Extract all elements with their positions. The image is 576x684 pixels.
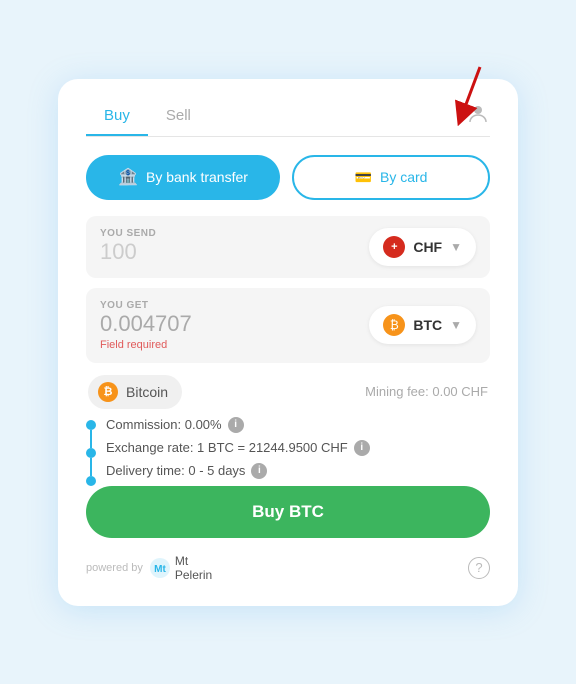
info-row-delivery: Delivery time: 0 - 5 days i [106, 463, 490, 479]
info-rows-wrapper: Commission: 0.00% i Exchange rate: 1 BTC… [86, 417, 490, 486]
exchange-text: Exchange rate: 1 BTC = 21244.9500 CHF [106, 440, 348, 455]
bank-icon: 🏦 [118, 167, 138, 187]
user-icon[interactable] [466, 106, 490, 131]
bitcoin-tag[interactable]: ₿ Bitcoin [88, 375, 182, 409]
tab-buy[interactable]: Buy [86, 99, 148, 136]
vline-2 [90, 458, 92, 476]
chf-flag: + [383, 236, 405, 258]
info-rows-content: Commission: 0.00% i Exchange rate: 1 BTC… [106, 417, 490, 486]
powered-by: powered by Mt MtPelerin [86, 554, 212, 582]
powered-by-text: powered by [86, 562, 143, 574]
main-card: Buy Sell 🏦 [58, 79, 518, 606]
get-currency-code: BTC [413, 317, 442, 333]
card-button[interactable]: 💳 By card [292, 155, 490, 200]
delivery-text: Delivery time: 0 - 5 days [106, 463, 245, 478]
exchange-info-icon[interactable]: i [354, 440, 370, 456]
bank-transfer-label: By bank transfer [146, 169, 248, 185]
card-label: By card [380, 169, 427, 185]
get-label: YOU GET [100, 300, 369, 311]
bitcoin-row: ₿ Bitcoin Mining fee: 0.00 CHF [86, 375, 490, 409]
mining-fee-text: Mining fee: 0.00 CHF [365, 384, 488, 399]
field-required-message: Field required [100, 339, 369, 351]
commission-text: Commission: 0.00% [106, 417, 222, 432]
vline-1 [90, 430, 92, 448]
you-send-section: YOU SEND 100 + CHF ▼ [86, 216, 490, 278]
info-row-exchange: Exchange rate: 1 BTC = 21244.9500 CHF i [106, 440, 490, 456]
header: Buy Sell [86, 99, 490, 136]
tabs: Buy Sell [86, 99, 209, 136]
send-label: YOU SEND [100, 228, 369, 239]
help-icon[interactable]: ? [468, 557, 490, 579]
footer: powered by Mt MtPelerin ? [86, 554, 490, 582]
header-divider [86, 136, 490, 137]
commission-info-icon[interactable]: i [228, 417, 244, 433]
dot-2 [86, 448, 96, 458]
brand-name: MtPelerin [175, 554, 212, 582]
send-input-group: YOU SEND 100 [100, 228, 369, 265]
get-value[interactable]: 0.004707 [100, 311, 369, 337]
payment-methods: 🏦 By bank transfer 💳 By card [86, 155, 490, 200]
svg-text:Mt: Mt [154, 564, 166, 575]
btc-flag: ₿ [383, 314, 405, 336]
get-currency-selector[interactable]: ₿ BTC ▼ [369, 306, 476, 344]
bitcoin-small-icon: ₿ [98, 382, 118, 402]
dot-3 [86, 476, 96, 486]
vertical-line-column [86, 417, 96, 486]
dot-1 [86, 420, 96, 430]
bank-transfer-button[interactable]: 🏦 By bank transfer [86, 155, 280, 200]
card-icon: 💳 [355, 169, 372, 186]
bitcoin-name: Bitcoin [126, 384, 168, 400]
info-row-commission: Commission: 0.00% i [106, 417, 490, 433]
send-currency-selector[interactable]: + CHF ▼ [369, 228, 476, 266]
send-currency-code: CHF [413, 239, 442, 255]
send-chevron-icon: ▼ [450, 240, 462, 254]
get-chevron-icon: ▼ [450, 318, 462, 332]
you-get-section: YOU GET 0.004707 Field required ₿ BTC ▼ [86, 288, 490, 363]
get-input-group: YOU GET 0.004707 Field required [100, 300, 369, 351]
pelerin-logo: Mt MtPelerin [149, 554, 212, 582]
pelerin-logo-icon: Mt [149, 557, 171, 579]
delivery-info-icon[interactable]: i [251, 463, 267, 479]
buy-btc-button[interactable]: Buy BTC [86, 486, 490, 538]
send-value[interactable]: 100 [100, 239, 369, 265]
tab-sell[interactable]: Sell [148, 99, 209, 136]
